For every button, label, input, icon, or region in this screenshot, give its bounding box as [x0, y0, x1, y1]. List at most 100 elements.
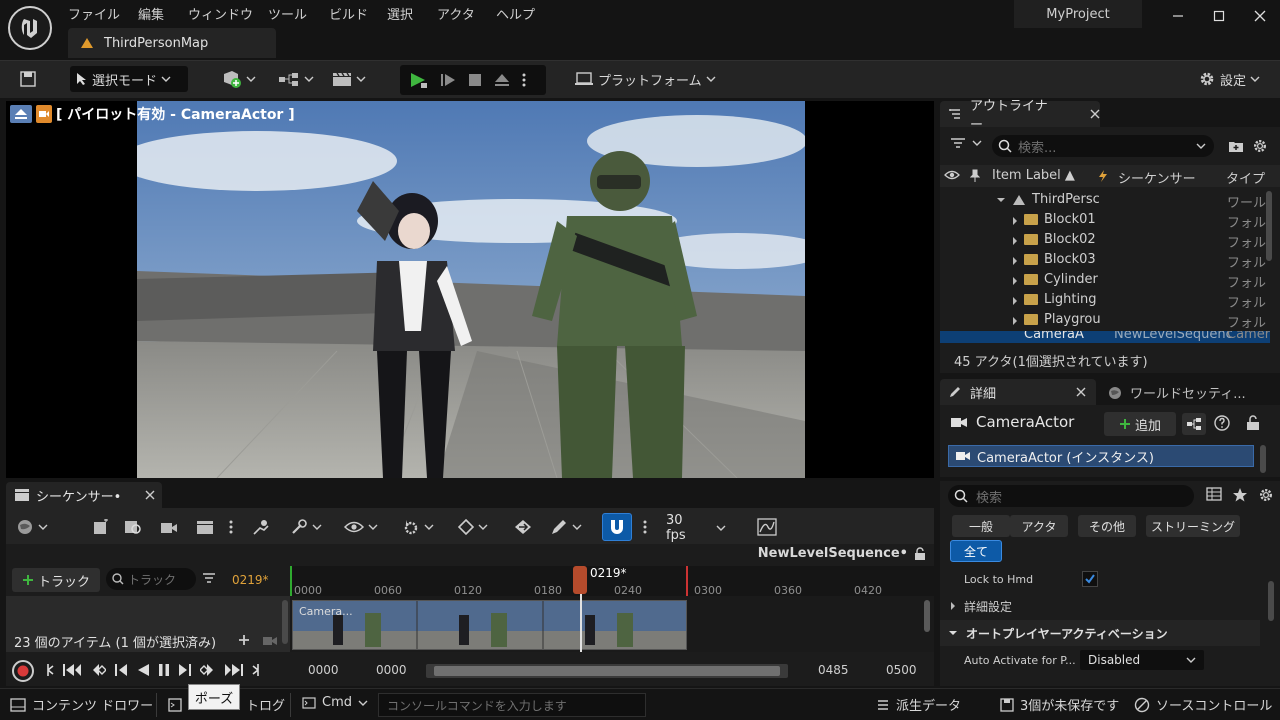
- outliner-row[interactable]: Block03 フォル: [940, 251, 1270, 271]
- step-forward-icon[interactable]: [178, 662, 192, 678]
- chevron-right-icon[interactable]: [1012, 276, 1018, 286]
- save-sequence-icon[interactable]: [90, 516, 112, 538]
- close-icon[interactable]: [145, 490, 155, 500]
- minimize-icon[interactable]: [1166, 6, 1190, 26]
- star-icon[interactable]: [1232, 487, 1248, 502]
- maximize-icon[interactable]: [1207, 6, 1231, 26]
- playback-start-marker[interactable]: [290, 566, 292, 596]
- advance-frame-icon[interactable]: [440, 72, 456, 88]
- playback-end-marker[interactable]: [686, 566, 688, 596]
- menu-window[interactable]: ウィンドウ: [188, 4, 253, 23]
- tab-world-settings[interactable]: ワールドセッティ...: [1108, 383, 1246, 402]
- column-type[interactable]: タイプ: [1226, 168, 1265, 187]
- view-range-end[interactable]: 0485: [818, 663, 849, 677]
- range-slider-thumb[interactable]: [434, 666, 780, 676]
- view-range-start[interactable]: 0000: [308, 663, 339, 677]
- outliner-row[interactable]: ThirdPersc ワール: [940, 191, 1270, 211]
- menu-select[interactable]: 選択: [387, 4, 413, 23]
- play-reverse-icon[interactable]: [136, 662, 150, 678]
- close-icon[interactable]: [1076, 387, 1086, 397]
- jump-next-key-icon[interactable]: [224, 662, 244, 678]
- level-viewport[interactable]: [ パイロット有効 - CameraActor ]: [6, 101, 934, 478]
- add-component-button[interactable]: 追加: [1104, 412, 1176, 436]
- add-content-button[interactable]: [214, 66, 262, 92]
- curve-editor-icon[interactable]: [756, 516, 778, 538]
- menu-build[interactable]: ビルド: [329, 4, 368, 23]
- section-auto-player-activation[interactable]: オートプレイヤーアクティベーション: [940, 620, 1260, 646]
- component-scrollbar[interactable]: [1260, 445, 1266, 473]
- lock-to-hmd-checkbox[interactable]: [1082, 571, 1098, 587]
- visibility-eye-icon[interactable]: [944, 169, 960, 181]
- menu-help[interactable]: ヘルプ: [496, 4, 535, 23]
- menu-edit[interactable]: 編集: [138, 4, 164, 23]
- tab-sequencer[interactable]: シーケンサー•: [6, 482, 162, 508]
- timeline-range-slider[interactable]: [426, 664, 788, 678]
- tools-dropdown[interactable]: [290, 516, 328, 538]
- timeline-scrollbar[interactable]: [924, 600, 930, 632]
- content-drawer-button[interactable]: コンテンツ ドロワー: [10, 695, 153, 714]
- edit-mode-dropdown[interactable]: [550, 516, 588, 538]
- outliner-scrollbar[interactable]: [1266, 191, 1272, 261]
- close-window-icon[interactable]: [1248, 6, 1272, 26]
- chevron-right-icon[interactable]: [1012, 236, 1018, 246]
- filter-icon[interactable]: [202, 572, 216, 584]
- table-view-icon[interactable]: [1206, 487, 1222, 501]
- more-options-icon[interactable]: [522, 72, 526, 88]
- add-icon[interactable]: [238, 634, 250, 646]
- details-scrollbar[interactable]: [1268, 581, 1274, 621]
- playhead-marker[interactable]: [573, 566, 587, 594]
- auto-activate-dropdown[interactable]: Disabled: [1080, 650, 1204, 670]
- unsaved-assets-button[interactable]: 3個が未保存です: [1000, 695, 1119, 714]
- category-actor[interactable]: アクタ: [1010, 515, 1068, 537]
- blueprints-button[interactable]: [272, 66, 320, 92]
- outliner-row[interactable]: Block02 フォル: [940, 231, 1270, 251]
- chevron-right-icon[interactable]: [1012, 316, 1018, 326]
- fps-dropdown[interactable]: 30 fps: [666, 513, 726, 543]
- save-icon[interactable]: [18, 69, 38, 89]
- chevron-right-icon[interactable]: [1012, 296, 1018, 306]
- platforms-dropdown[interactable]: プラットフォーム: [568, 66, 722, 92]
- eject-icon[interactable]: [494, 73, 510, 87]
- outliner-search-input[interactable]: 検索...: [992, 135, 1214, 157]
- settings-button[interactable]: 設定: [1192, 66, 1266, 92]
- track-search-input[interactable]: トラック: [106, 568, 196, 590]
- pin-icon[interactable]: [970, 169, 980, 183]
- camera-cut-icon[interactable]: [158, 516, 180, 538]
- track-scrollbar[interactable]: [282, 600, 288, 644]
- menu-file[interactable]: ファイル: [68, 4, 120, 23]
- column-item-label[interactable]: Item Label ▲: [992, 168, 1075, 183]
- menu-actor[interactable]: アクタ: [437, 4, 475, 23]
- cinematics-button[interactable]: [326, 66, 372, 92]
- unreal-logo-icon[interactable]: [8, 6, 52, 50]
- go-to-end-icon[interactable]: [252, 662, 260, 678]
- more-options-icon[interactable]: [640, 516, 650, 538]
- category-all[interactable]: 全て: [950, 540, 1002, 562]
- pause-icon[interactable]: [158, 662, 170, 678]
- chevron-down-icon[interactable]: [996, 197, 1006, 203]
- outliner-row[interactable]: Block01 フォル: [940, 211, 1270, 231]
- cmd-dropdown[interactable]: Cmd: [302, 695, 368, 710]
- lock-icon[interactable]: [914, 546, 926, 561]
- select-mode-dropdown[interactable]: 選択モード: [70, 66, 188, 92]
- help-icon[interactable]: [1214, 415, 1230, 431]
- menu-tools[interactable]: ツール: [268, 4, 307, 23]
- blueprint-icon[interactable]: [1182, 413, 1206, 435]
- details-search-input[interactable]: 検索: [948, 485, 1194, 507]
- tab-map[interactable]: ThirdPersonMap: [68, 28, 276, 58]
- outliner-row-selected[interactable]: CameraA NewLevelSequenc Camer: [940, 331, 1270, 343]
- find-asset-icon[interactable]: [122, 516, 144, 538]
- outliner-row[interactable]: Cylinder フォル: [940, 271, 1270, 291]
- add-track-button[interactable]: トラック: [12, 568, 100, 592]
- gear-icon[interactable]: [1252, 138, 1268, 154]
- working-range-start[interactable]: 0000: [376, 663, 407, 677]
- jump-previous-key-icon[interactable]: [62, 662, 82, 678]
- chevron-right-icon[interactable]: [1012, 256, 1018, 266]
- auto-key-icon[interactable]: [512, 516, 534, 538]
- tab-details[interactable]: 詳細: [940, 379, 1096, 405]
- render-movie-icon[interactable]: [194, 516, 216, 538]
- gear-icon[interactable]: [1258, 487, 1274, 503]
- tab-outliner[interactable]: アウトライナー: [940, 99, 1100, 133]
- go-to-start-icon[interactable]: [46, 662, 54, 678]
- add-folder-icon[interactable]: [1228, 139, 1244, 153]
- actions-icon[interactable]: [250, 516, 272, 538]
